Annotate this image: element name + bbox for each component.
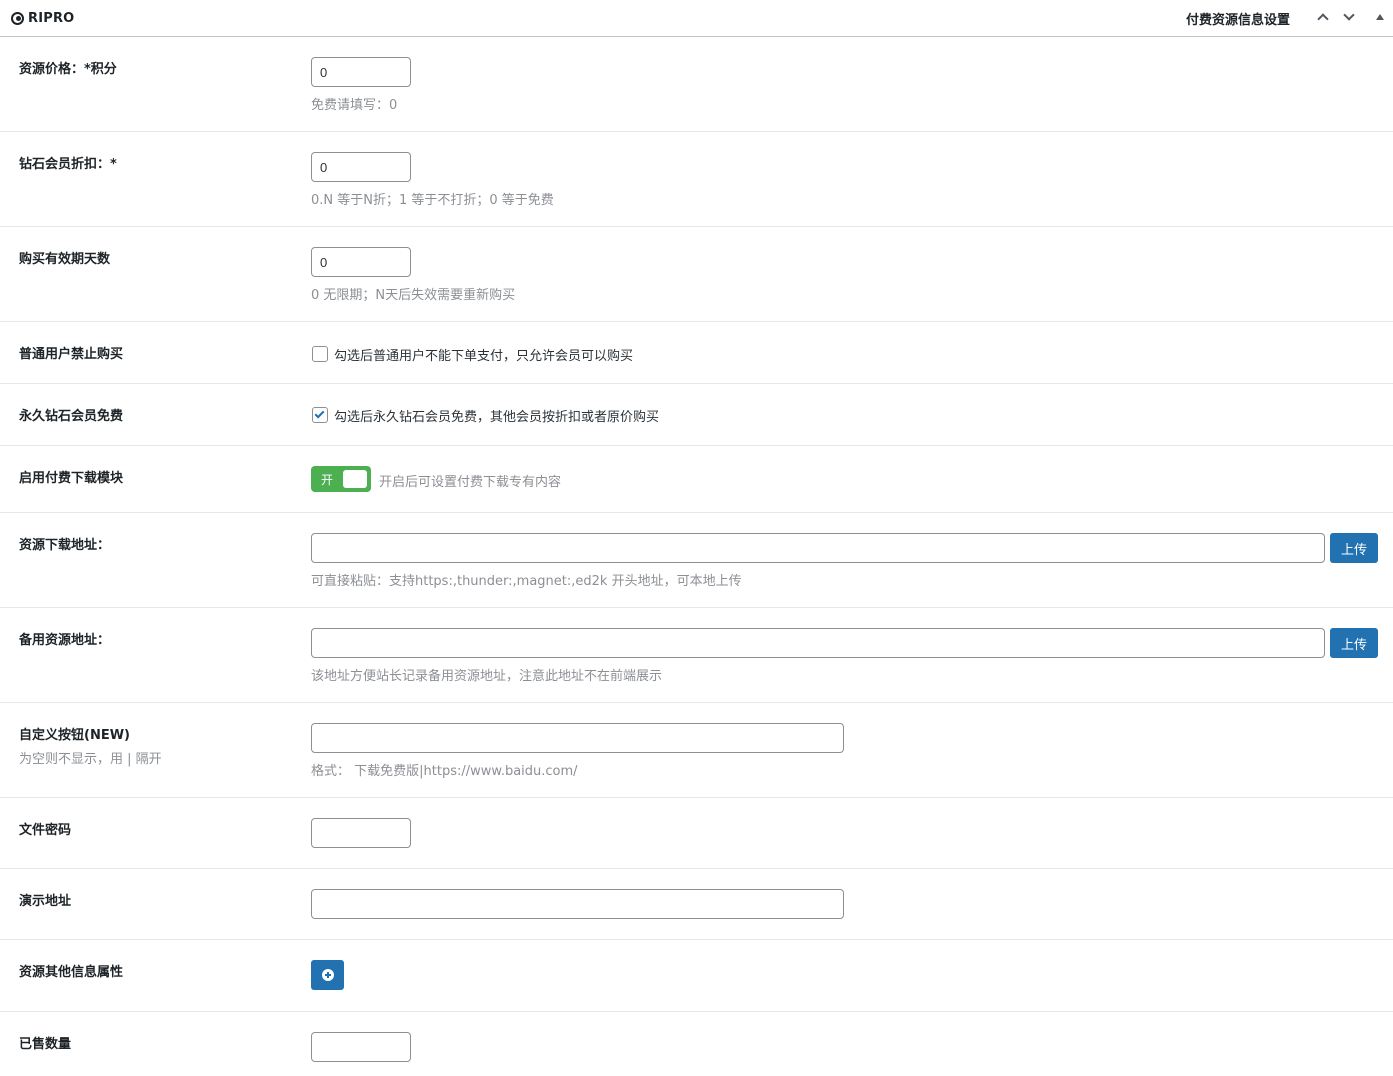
diamond-discount-input[interactable] bbox=[311, 152, 411, 182]
upload-button[interactable]: 上传 bbox=[1330, 628, 1378, 658]
field-row-no-normal-buy: 普通用户禁止购买 勾选后普通用户不能下单支付，只允许会员可以购买 bbox=[0, 322, 1393, 384]
no-normal-buy-checkbox[interactable] bbox=[312, 346, 328, 362]
field-row-file-password: 文件密码 bbox=[0, 798, 1393, 869]
field-row-backup-url: 备用资源地址： 上传 该地址方便站长记录备用资源地址，注意此地址不在前端展示 bbox=[0, 608, 1393, 703]
metabox-header: RIPRO 付费资源信息设置 bbox=[0, 0, 1393, 37]
field-row-custom-button: 自定义按钮(NEW) 为空则不显示，用 | 隔开 格式： 下载免费版|https… bbox=[0, 703, 1393, 798]
collapse-triangle-icon bbox=[1376, 14, 1384, 20]
field-row-sold-count: 已售数量 bbox=[0, 1012, 1393, 1076]
field-row-download-url: 资源下载地址： 上传 可直接粘贴：支持https:,thunder:,magne… bbox=[0, 513, 1393, 608]
field-label: 资源下载地址： bbox=[19, 538, 111, 553]
field-description: 该地址方便站长记录备用资源地址，注意此地址不在前端展示 bbox=[311, 669, 663, 684]
add-attribute-button[interactable] bbox=[311, 960, 344, 990]
brand: RIPRO bbox=[11, 10, 74, 26]
field-label: 资源其他信息属性 bbox=[19, 965, 124, 980]
field-label: 购买有效期天数 bbox=[19, 252, 111, 267]
plus-circle-icon bbox=[322, 969, 334, 981]
chevron-up-icon bbox=[1317, 13, 1329, 25]
field-description: 0.N 等于N折；1 等于不打折；0 等于免费 bbox=[311, 193, 554, 208]
field-description: 开启后可设置付费下载专有内容 bbox=[379, 475, 562, 490]
field-label: 启用付费下载模块 bbox=[19, 471, 124, 486]
field-label: 备用资源地址： bbox=[19, 633, 111, 648]
toggle-panel-button[interactable] bbox=[1372, 10, 1388, 26]
valid-days-input[interactable] bbox=[311, 247, 411, 277]
move-down-button[interactable] bbox=[1341, 9, 1357, 26]
download-url-input[interactable] bbox=[311, 533, 1325, 563]
field-row-permanent-free: 永久钻石会员免费 勾选后永久钻石会员免费，其他会员按折扣或者原价购买 bbox=[0, 384, 1393, 446]
field-row-valid-days: 购买有效期天数 0 无限期；N天后失效需要重新购买 bbox=[0, 227, 1393, 322]
field-row-price: 资源价格：*积分 免费请填写：0 bbox=[0, 37, 1393, 132]
panel-title: 付费资源信息设置 bbox=[1186, 13, 1291, 28]
field-sublabel: 为空则不显示，用 | 隔开 bbox=[19, 752, 162, 767]
field-row-diamond-discount: 钻石会员折扣：* 0.N 等于N折；1 等于不打折；0 等于免费 bbox=[0, 132, 1393, 227]
toggle-knob bbox=[343, 470, 367, 488]
backup-url-input[interactable] bbox=[311, 628, 1325, 658]
sold-count-input[interactable] bbox=[311, 1032, 411, 1062]
checkbox-label: 勾选后永久钻石会员免费，其他会员按折扣或者原价购买 bbox=[334, 410, 660, 425]
field-description: 0 无限期；N天后失效需要重新购买 bbox=[311, 288, 516, 303]
chevron-down-icon bbox=[1343, 9, 1355, 21]
field-description: 格式： 下载免费版|https://www.baidu.com/ bbox=[311, 764, 578, 779]
field-description: 可直接粘贴：支持https:,thunder:,magnet:,ed2k 开头地… bbox=[311, 574, 742, 589]
field-label: 资源价格：*积分 bbox=[19, 62, 117, 77]
custom-button-input[interactable] bbox=[311, 723, 844, 753]
field-label: 已售数量 bbox=[19, 1037, 72, 1052]
checkbox-label: 勾选后普通用户不能下单支付，只允许会员可以购买 bbox=[334, 349, 634, 364]
price-input[interactable] bbox=[311, 57, 411, 87]
ripro-logo-icon bbox=[11, 11, 24, 25]
brand-label: RIPRO bbox=[28, 10, 75, 26]
field-row-demo-url: 演示地址 bbox=[0, 869, 1393, 940]
field-label: 自定义按钮(NEW) bbox=[19, 728, 130, 743]
toggle-label: 开 bbox=[321, 473, 334, 487]
checkmark-icon bbox=[314, 408, 325, 419]
demo-url-input[interactable] bbox=[311, 889, 844, 919]
file-password-input[interactable] bbox=[311, 818, 411, 848]
field-row-other-attrs: 资源其他信息属性 bbox=[0, 940, 1393, 1012]
field-row-enable-module: 启用付费下载模块 开 开启后可设置付费下载专有内容 bbox=[0, 446, 1393, 513]
field-label: 永久钻石会员免费 bbox=[19, 409, 124, 424]
field-description: 免费请填写：0 bbox=[311, 98, 398, 113]
field-label: 文件密码 bbox=[19, 823, 72, 838]
field-label: 普通用户禁止购买 bbox=[19, 347, 124, 362]
field-label: 演示地址 bbox=[19, 894, 72, 909]
permanent-free-checkbox[interactable] bbox=[312, 407, 328, 423]
move-up-button[interactable] bbox=[1315, 10, 1331, 26]
upload-button[interactable]: 上传 bbox=[1330, 533, 1378, 563]
field-label: 钻石会员折扣：* bbox=[19, 157, 117, 172]
enable-module-toggle[interactable]: 开 bbox=[311, 466, 371, 492]
